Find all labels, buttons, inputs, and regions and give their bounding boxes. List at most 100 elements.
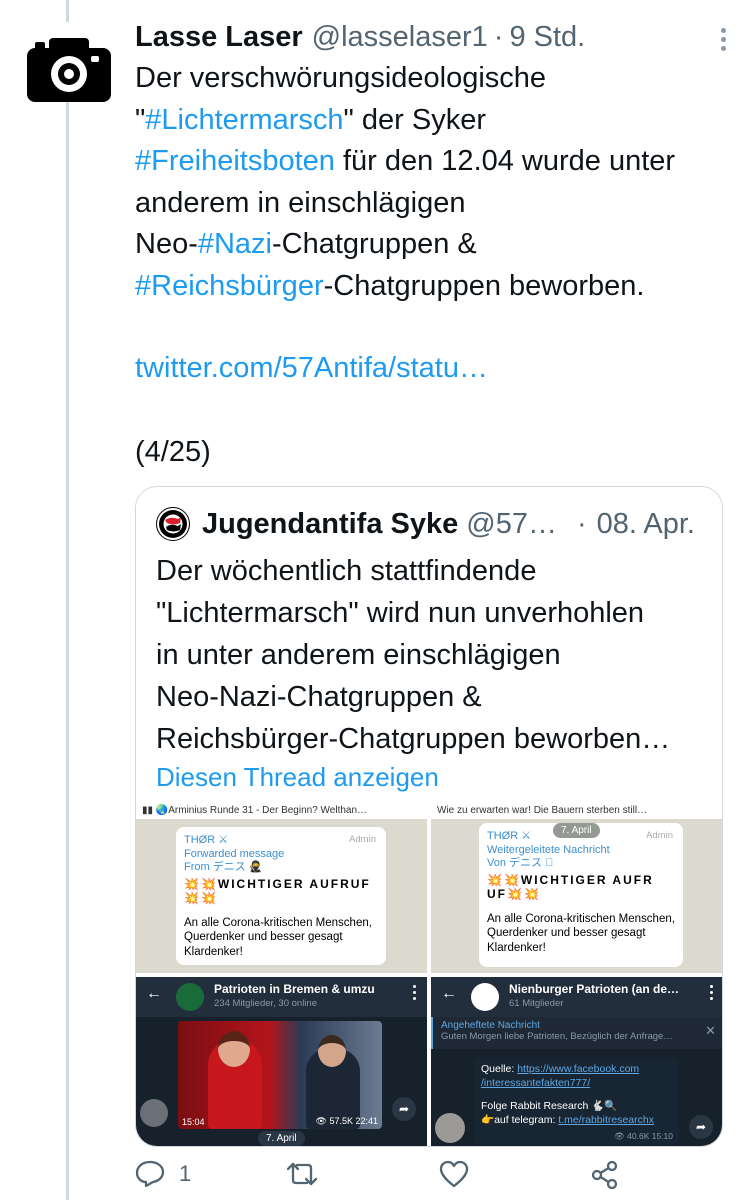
group-title: Patrioten in Bremen & umzu [214, 982, 375, 996]
thread-line-top [66, 0, 69, 22]
heart-icon [439, 1160, 469, 1188]
strip-text: Arminius Runde 31 - Der Beginn? Welthan… [168, 805, 368, 816]
close-pinned-icon[interactable]: ✕ [705, 1023, 716, 1039]
media-top-left[interactable]: ▮▮ 🌏Arminius Runde 31 - Der Beginn? Welt… [136, 803, 427, 973]
quote-line: Der wöchentlich stattfindende [156, 555, 537, 587]
tweet-actions: 1 [135, 1160, 730, 1200]
message-views: 👁 40.6K 15:10 [614, 1130, 673, 1141]
media-bottom-left[interactable]: ← Patrioten in Bremen & umzu 234 Mitglie… [136, 977, 427, 1146]
share-icon [591, 1160, 618, 1190]
quote-line: "Lichtermarsch" wird nun unverhohlen [156, 597, 645, 629]
telegram-header: ← Nienburger Patrioten (an de… 61 Mitgli… [431, 977, 722, 1017]
hashtag-nazi[interactable]: #Nazi [198, 228, 272, 260]
media-top-right[interactable]: Wie zu erwarten war! Die Bauern sterben … [431, 803, 722, 973]
quote-line: Neo-Nazi-Chatgruppen & [156, 681, 482, 713]
hashtag-lichtermarsch[interactable]: #Lichtermarsch [145, 104, 343, 136]
share-icon[interactable]: ➦ [392, 1097, 416, 1121]
presenter-man-head [318, 1035, 346, 1067]
like-button[interactable] [439, 1160, 469, 1188]
quote-author-name[interactable]: Jugendantifa Syke [202, 505, 458, 543]
text-segment: für den 12.04 wurde unter [334, 145, 676, 177]
video-time: 15:04 [182, 1117, 205, 1127]
telegram-label: 👉auf telegram: [481, 1113, 559, 1126]
quote-time[interactable]: 08. Apr. [597, 505, 695, 543]
author-handle[interactable]: @lasselaser1 [312, 18, 488, 56]
back-arrow-icon[interactable]: ← [146, 985, 162, 1003]
group-subtitle: 234 Mitglieder, 30 online [214, 998, 317, 1009]
menu-icon[interactable] [413, 985, 417, 1003]
video-thumbnail[interactable]: 15:04 👁 57.5K 22:41 [178, 1021, 382, 1129]
media-bottom-right[interactable]: ← Nienburger Patrioten (an de… 61 Mitgli… [431, 977, 722, 1146]
message-headline: 💥💥WICHTIGER AUFRUF💥💥 [184, 876, 371, 906]
group-title: Nienburger Patrioten (an de… [509, 982, 680, 996]
group-avatar [471, 983, 499, 1011]
sender-avatar [140, 1099, 168, 1127]
telegram-link[interactable]: t.me/rabbitresearchx [558, 1114, 654, 1126]
date-pill: 7. April [258, 1131, 305, 1146]
folge-text: Folge Rabbit Research 🐇🔍 [481, 1100, 618, 1112]
antifa-logo-icon[interactable] [156, 507, 190, 541]
sender-avatar [435, 1113, 465, 1143]
menu-icon[interactable] [710, 985, 714, 1003]
hashtag-freiheitsboten[interactable]: #Freiheitsboten [135, 145, 335, 177]
message-headline: 💥💥WICHTIGER AUFR UF💥💥 [487, 872, 654, 902]
date-pill: 7. April [553, 823, 600, 838]
text-segment: anderem in einschlägigen [135, 186, 466, 219]
show-thread-link[interactable]: Diesen Thread anzeigen [156, 762, 439, 793]
pinned-title: Angeheftete Nachricht [441, 1020, 540, 1031]
quote-header: Jugendantifa Syke @57… · 08. Apr. [156, 505, 695, 543]
hashtag-reichsbuerger[interactable]: #Reichsbürger [135, 270, 324, 302]
text-segment: -Chatgruppen & [272, 228, 477, 260]
telegram-header: ← Patrioten in Bremen & umzu 234 Mitglie… [136, 977, 427, 1017]
tweet-header: Lasse Laser @lasselaser1 · 9 Std. [135, 18, 730, 56]
tweet: Lasse Laser @lasselaser1 · 9 Std. Der ve… [135, 18, 730, 473]
text-segment: Neo- [135, 228, 198, 260]
group-subtitle: 61 Mitglieder [509, 998, 564, 1009]
message-body: An alle Corona-kritischen Menschen, Quer… [184, 916, 372, 958]
quelle-link-2[interactable]: /interessantefakten777/ [481, 1077, 671, 1091]
quelle-link-1[interactable]: https://www.facebook.com [517, 1063, 639, 1075]
author-name[interactable]: Lasse Laser [135, 18, 303, 56]
quote-separator: · [576, 508, 587, 540]
group-avatar [176, 983, 204, 1011]
quote-line: Reichsbürger-Chatgruppen beworben… [156, 723, 671, 755]
message-body: An alle Corona-kritischen Menschen, Quer… [487, 912, 675, 954]
reply-count: 1 [179, 1161, 192, 1186]
separator: · [493, 21, 504, 53]
text-segment: " der Syker [343, 103, 486, 136]
text-segment: Der verschwörungsideologische [135, 62, 547, 94]
back-arrow-icon[interactable]: ← [441, 985, 457, 1003]
thread-line-bottom [66, 100, 69, 1200]
quelle-label: Quelle: [481, 1063, 518, 1075]
retweet-icon [286, 1162, 318, 1186]
forwarded-from: From デニス 🥷 [184, 860, 263, 873]
quote-author-handle[interactable]: @57… [466, 505, 557, 543]
more-options-icon[interactable] [714, 28, 732, 54]
text-segment: -Chatgruppen beworben. [323, 269, 645, 302]
text-segment: " [135, 103, 146, 136]
tweet-link[interactable]: twitter.com/57Antifa/statu… [135, 352, 488, 384]
forwarded-label: Forwarded message [184, 847, 285, 860]
quote-line: in unter anderem einschlägigen [156, 639, 561, 671]
reply-button[interactable]: 1 [135, 1160, 191, 1188]
admin-badge: Admin [646, 830, 673, 841]
share-button[interactable] [591, 1160, 619, 1190]
message-bubble: THØR ⚔ Admin Weitergeleitete Nachricht V… [479, 823, 683, 967]
reply-icon [135, 1160, 165, 1188]
pinned-strip: ▮▮ 🌏Arminius Runde 31 - Der Beginn? Welt… [136, 803, 427, 819]
thread-counter: (4/25) [135, 435, 211, 468]
message-bubble-dark: Quelle: https://www.facebook.com /intere… [473, 1057, 679, 1145]
quote-text: Der wöchentlich stattfindende "Lichterma… [156, 550, 716, 760]
message-bubble: THØR ⚔ Admin Forwarded message From デニス … [176, 827, 386, 965]
retweet-button[interactable] [285, 1160, 319, 1188]
quoted-tweet[interactable]: Jugendantifa Syke @57… · 08. Apr. Der wö… [135, 486, 723, 1147]
pinned-strip: Wie zu erwarten war! Die Bauern sterben … [431, 803, 722, 819]
pinned-message[interactable]: Angeheftete Nachricht Guten Morgen liebe… [431, 1017, 722, 1049]
tweet-text: Der verschwörungsideologische "#Lichterm… [135, 58, 730, 473]
forwarded-from: Von デニス 🏻 [487, 856, 554, 869]
forwarded-label: Weitergeleitete Nachricht [487, 843, 610, 856]
share-icon[interactable]: ➦ [689, 1115, 713, 1139]
camera-avatar-icon[interactable] [27, 36, 111, 102]
media-grid[interactable]: ▮▮ 🌏Arminius Runde 31 - Der Beginn? Welt… [136, 803, 722, 1146]
tweet-time[interactable]: 9 Std. [509, 18, 585, 56]
